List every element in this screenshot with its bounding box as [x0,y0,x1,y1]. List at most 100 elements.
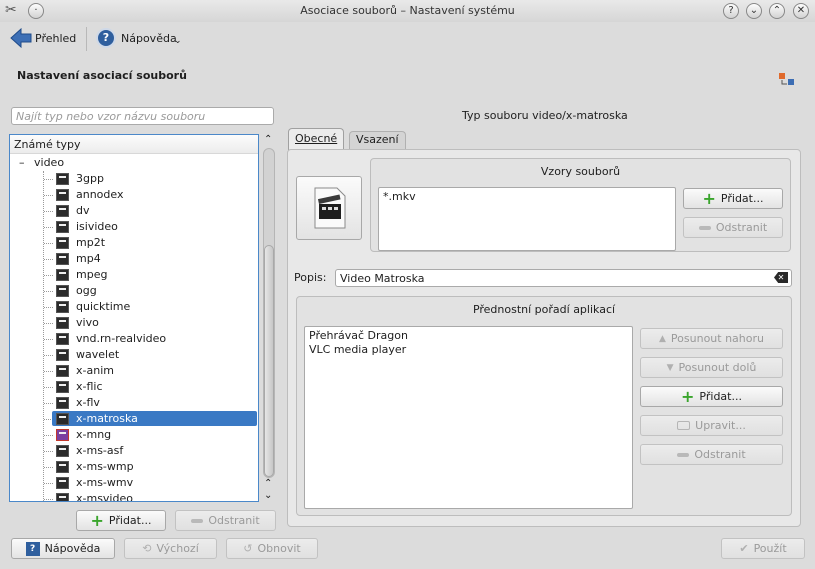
tab-general-label: Obecné [295,132,338,145]
arrow-down-icon: ▼ [666,362,674,373]
minus-icon [191,518,204,523]
help-button-label: Nápověda [44,542,101,555]
collapse-toggle-icon[interactable]: – [19,156,25,169]
scroll-up-small-icon[interactable]: ⌃ [264,478,272,489]
tree-item-x-flv[interactable]: x-flv [10,395,258,411]
mime-icon-button[interactable] [296,176,362,240]
remove-type-button[interactable]: Odstranit [175,510,276,531]
tree-branch-connector [44,259,53,260]
tree-item-isivideo[interactable]: isivideo [10,219,258,235]
help-window-button[interactable]: ? [723,3,739,19]
plus-icon: + [90,510,104,530]
add-pattern-label: Přidat... [720,192,764,205]
scroll-down-icon[interactable]: ⌄ [264,490,272,501]
tree-group-video[interactable]: – video [10,155,258,171]
tree-item-x-ms-wmv[interactable]: x-ms-wmv [10,475,258,491]
scrollbar-thumb[interactable] [264,245,274,477]
tree-item-label: mp2t [76,236,106,249]
scroll-up-icon[interactable]: ⌃ [264,134,272,145]
tree-branch-connector [44,339,53,340]
tree-item-mpeg[interactable]: mpeg [10,267,258,283]
remove-app-label: Odstranit [694,448,746,461]
minus-icon [677,452,690,457]
checkmark-icon: ✔ [739,542,749,555]
scrollbar-track[interactable] [263,148,275,478]
apply-label: Použít [753,542,787,555]
help-menu-button[interactable]: ? Nápověda ⌄ [94,26,186,52]
remove-type-label: Odstranit [208,514,260,527]
edit-app-button[interactable]: Upravit... [640,415,783,436]
tree-item-label: x-ms-asf [76,444,124,457]
tab-embedding[interactable]: Vsazení [349,131,406,150]
list-item[interactable]: VLC media player [309,343,628,357]
defaults-button[interactable]: ⟲ Výchozí [124,538,217,559]
reset-button[interactable]: ↺ Obnovit [226,538,318,559]
maximize-button[interactable]: ⌃ [769,3,785,19]
video-file-icon [56,317,69,329]
list-item[interactable]: Přehrávač Dragon [309,329,628,343]
tree-item-label: vivo [76,316,99,329]
tree-branch-connector [44,307,53,308]
tree-item-label: x-flv [76,396,100,409]
file-patterns-list[interactable]: *.mkv [378,187,676,251]
tree-branch-connector [44,275,53,276]
chevron-down-icon: ⌄ [174,36,182,46]
tree-branch-connector [44,323,53,324]
arrow-left-icon [10,28,32,48]
tab-general[interactable]: Obecné [288,128,345,150]
help-button[interactable]: ? Nápověda [11,538,115,559]
back-label: Přehled [35,32,77,45]
remove-app-button[interactable]: Odstranit [640,444,783,465]
list-item[interactable]: *.mkv [383,190,671,203]
tree-item-x-ms-asf[interactable]: x-ms-asf [10,443,258,459]
back-overview-button[interactable]: Přehled [8,26,84,52]
app-order-list[interactable]: Přehrávač Dragon VLC media player [304,326,633,509]
tree-branch-connector [44,291,53,292]
help-icon: ? [25,541,40,556]
clear-text-icon[interactable]: ✕ [774,272,788,283]
tree-item-x-ms-wmp[interactable]: x-ms-wmp [10,459,258,475]
tree-item-ogg[interactable]: ogg [10,283,258,299]
tree-item-label: x-flic [76,380,103,393]
video-file-icon [56,349,69,361]
add-pattern-button[interactable]: + Přidat... [683,188,783,209]
remove-pattern-button[interactable]: Odstranit [683,217,783,238]
tree-item-mp4[interactable]: mp4 [10,251,258,267]
apply-button[interactable]: ✔ Použít [721,538,805,559]
description-input[interactable]: Video Matroska ✕ [335,269,792,287]
video-file-icon [56,397,69,409]
tree-item-wavelet[interactable]: wavelet [10,347,258,363]
tree-item-mp2t[interactable]: mp2t [10,235,258,251]
tree-item-annodex[interactable]: annodex [10,187,258,203]
move-up-label: Posunout nahoru [670,332,764,345]
move-up-button[interactable]: ▲ Posunout nahoru [640,328,783,349]
tree-scrollbar[interactable]: ⌃ ⌃ ⌄ [262,134,276,502]
tree-item-x-flic[interactable]: x-flic [10,379,258,395]
add-type-button[interactable]: + Přidat... [76,510,166,531]
add-app-button[interactable]: + Přidat... [640,386,783,407]
close-button[interactable]: ✕ [793,3,809,19]
tree-item-label: mpeg [76,268,108,281]
tree-branch-connector [44,483,53,484]
search-input[interactable]: Najít typ nebo vzor názvu souboru [11,107,274,125]
tree-item-x-msvideo[interactable]: x-msvideo [10,491,258,501]
tree-item-vivo[interactable]: vivo [10,315,258,331]
description-value: Video Matroska [340,272,425,285]
known-types-tree[interactable]: Známé typy – video 3gpp annodex dv isivideo… [9,134,259,502]
tree-branch-connector [44,403,53,404]
reset-icon: ↺ [243,542,253,555]
tree-item-3gpp[interactable]: 3gpp [10,171,258,187]
move-down-button[interactable]: ▼ Posunout dolů [640,357,783,378]
tree-item-label: x-anim [76,364,114,377]
video-file-icon [56,477,69,489]
minimize-button[interactable]: ⌄ [746,3,762,19]
tree-item-x-anim[interactable]: x-anim [10,363,258,379]
tree-item-x-mng[interactable]: x-mng [10,427,258,443]
tree-item-vnd.rn-realvideo[interactable]: vnd.rn-realvideo [10,331,258,347]
video-file-icon [56,269,69,281]
tree-item-label: vnd.rn-realvideo [76,332,167,345]
tree-item-x-matroska[interactable]: x-matroska [10,411,258,427]
tree-item-quicktime[interactable]: quicktime [10,299,258,315]
tree-item-dv[interactable]: dv [10,203,258,219]
tree-item-label: x-mng [76,428,112,441]
